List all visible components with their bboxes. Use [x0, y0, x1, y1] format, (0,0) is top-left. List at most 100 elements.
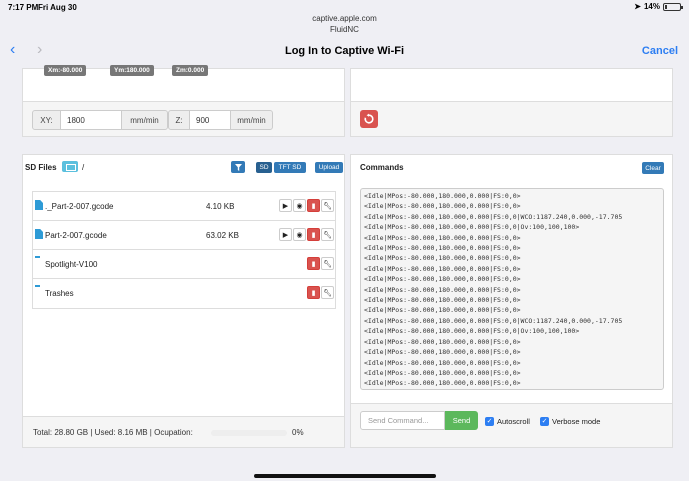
- verbose-mode-checkbox[interactable]: ✓ Verbose mode: [540, 417, 600, 426]
- wrench-icon: 🔧︎: [323, 289, 332, 297]
- current-path: /: [82, 163, 85, 172]
- console-line: <Idle|MPos:-80.000,180.000,0.000|FS:0,0>: [364, 296, 521, 305]
- upload-button[interactable]: Upload: [315, 162, 343, 173]
- clear-button[interactable]: Clear: [642, 162, 664, 174]
- autoscroll-checkbox[interactable]: ✓ Autoscroll: [485, 417, 530, 426]
- checkmark-icon: ✓: [540, 417, 549, 426]
- battery-percent: 14%: [643, 2, 660, 11]
- occupation-progress: [211, 430, 287, 436]
- command-input-bar: Send Command... Send ✓ Autoscroll ✓ Verb…: [351, 403, 672, 447]
- delete-button[interactable]: ▮: [307, 199, 320, 212]
- console-line: <Idle|MPos:-80.000,180.000,0.000|FS:0,0>: [364, 275, 521, 284]
- trash-icon: ▮: [311, 260, 316, 268]
- page-subtitle: FluidNC: [330, 25, 359, 34]
- filter-button[interactable]: [231, 161, 245, 173]
- file-size: 4.10 KB: [206, 202, 235, 211]
- sd-files-title: SD Files: [25, 163, 57, 172]
- sd-files-panel: SD Files / SD TFT SD Upload ._Part-2-007…: [22, 154, 345, 448]
- console-line: <Idle|MPos:-80.000,180.000,0.000|FS:0,0>: [364, 337, 521, 346]
- delete-button[interactable]: ▮: [307, 257, 320, 270]
- print-tft-button[interactable]: ◉: [293, 199, 306, 212]
- z-feedrate-input[interactable]: 900: [190, 110, 230, 130]
- xy-unit: mm/min: [121, 110, 168, 130]
- play-button[interactable]: ▶: [279, 228, 292, 241]
- verbose-mode-label: Verbose mode: [552, 417, 601, 426]
- xy-feedrate-group: XY: 1800 mm/min: [32, 110, 168, 130]
- trash-icon: ▮: [311, 202, 316, 210]
- console-line: <Idle|MPos:-80.000,180.000,0.000|FS:0,0>: [364, 202, 521, 211]
- xy-label: XY:: [32, 110, 61, 130]
- location-icon: ➤: [634, 2, 641, 11]
- file-icon: [35, 200, 43, 210]
- filter-icon: [234, 163, 242, 171]
- console-line: <Idle|MPos:-80.000,180.000,0.000|FS:0,0>: [364, 192, 521, 200]
- reset-button[interactable]: [360, 110, 378, 128]
- print-tft-button[interactable]: ◉: [293, 228, 306, 241]
- jog-panel: XY: 1800 mm/min Z: 900 mm/min: [22, 68, 345, 137]
- control-panel: [350, 68, 673, 137]
- console-line: <Idle|MPos:-80.000,180.000,0.000|FS:0,0>: [364, 254, 521, 263]
- xy-feedrate-input[interactable]: 1800: [61, 110, 121, 130]
- reset-icon: [364, 113, 374, 124]
- refresh-folder-button[interactable]: [62, 161, 78, 172]
- file-name[interactable]: ._Part-2-007.gcode: [45, 202, 114, 211]
- xm-position-badge: Xm:-80.000: [44, 65, 87, 76]
- sd-source-button[interactable]: SD: [256, 162, 272, 173]
- checkmark-icon: ✓: [485, 417, 494, 426]
- sd-footer: Total: 28.80 GB | Used: 8.16 MB | Ocupat…: [23, 416, 344, 447]
- status-time: 7:17 PM: [8, 3, 39, 12]
- console-line: <Idle|MPos:-80.000,180.000,0.000|FS:0,0|…: [364, 327, 580, 336]
- console-line: <Idle|MPos:-80.000,180.000,0.000|FS:0,0|…: [364, 223, 580, 232]
- list-item[interactable]: Spotlight-V100 ▮ 🔧︎: [33, 250, 335, 279]
- delete-button[interactable]: ▮: [307, 286, 320, 299]
- wrench-button[interactable]: 🔧︎: [321, 199, 334, 212]
- list-item[interactable]: Trashes ▮ 🔧︎: [33, 279, 335, 308]
- zm-position-badge: Zm:0.000: [172, 65, 209, 76]
- autoscroll-label: Autoscroll: [497, 417, 530, 426]
- folder-name[interactable]: Spotlight-V100: [45, 260, 97, 269]
- command-console[interactable]: <Idle|MPos:-80.000,180.000,0.000|FS:0,0>…: [360, 188, 664, 390]
- list-item[interactable]: Part-2-007.gcode 63.02 KB ▶ ◉ ▮ 🔧︎: [33, 221, 335, 250]
- home-indicator[interactable]: [254, 474, 436, 478]
- z-unit: mm/min: [230, 110, 273, 130]
- occupation-percent: 0%: [292, 428, 304, 437]
- list-item[interactable]: ._Part-2-007.gcode 4.10 KB ▶ ◉ ▮ 🔧︎: [33, 192, 335, 221]
- console-line: <Idle|MPos:-80.000,180.000,0.000|FS:0,0|…: [364, 316, 623, 325]
- delete-button[interactable]: ▮: [307, 228, 320, 241]
- z-feedrate-group: Z: 900 mm/min: [168, 110, 273, 130]
- file-size: 63.02 KB: [206, 231, 239, 240]
- tft-sd-button[interactable]: TFT SD: [274, 162, 306, 173]
- console-line: <Idle|MPos:-80.000,180.000,0.000|FS:0,0>: [364, 244, 521, 253]
- folder-actions: ▮ 🔧︎: [307, 286, 334, 299]
- console-line: <Idle|MPos:-80.000,180.000,0.000|FS:0,0>: [364, 233, 521, 242]
- page-title: Log In to Captive Wi-Fi: [284, 45, 405, 57]
- trash-icon: ▮: [311, 289, 316, 297]
- send-button[interactable]: Send: [445, 411, 478, 430]
- ym-position-badge: Ym:180.000: [110, 65, 154, 76]
- battery-icon: [663, 2, 683, 11]
- navigation-bar: captive.apple.com FluidNC ‹ › Log In to …: [0, 12, 689, 68]
- console-line: <Idle|MPos:-80.000,180.000,0.000|FS:0,0|…: [364, 212, 623, 221]
- file-name[interactable]: Part-2-007.gcode: [45, 231, 107, 240]
- file-actions: ▶ ◉ ▮ 🔧︎: [279, 228, 334, 241]
- wrench-icon: 🔧︎: [323, 260, 332, 268]
- play-button[interactable]: ▶: [279, 199, 292, 212]
- console-line: <Idle|MPos:-80.000,180.000,0.000|FS:0,0>: [364, 306, 521, 315]
- folder-name[interactable]: Trashes: [45, 289, 74, 298]
- commands-panel: Commands Clear <Idle|MPos:-80.000,180.00…: [350, 154, 673, 448]
- file-actions: ▶ ◉ ▮ 🔧︎: [279, 199, 334, 212]
- file-icon: [35, 229, 43, 239]
- wrench-button[interactable]: 🔧︎: [321, 257, 334, 270]
- wrench-icon: 🔧︎: [323, 202, 332, 210]
- status-date: Fri Aug 30: [38, 3, 77, 12]
- console-line: <Idle|MPos:-80.000,180.000,0.000|FS:0,0>: [364, 358, 521, 367]
- feedrate-bar: XY: 1800 mm/min Z: 900 mm/min: [23, 101, 344, 136]
- control-footer: [351, 101, 672, 136]
- console-line: <Idle|MPos:-80.000,180.000,0.000|FS:0,0>: [364, 379, 521, 388]
- wrench-icon: 🔧︎: [323, 231, 332, 239]
- wrench-button[interactable]: 🔧︎: [321, 228, 334, 241]
- folder-actions: ▮ 🔧︎: [307, 257, 334, 270]
- wrench-button[interactable]: 🔧︎: [321, 286, 334, 299]
- cancel-button[interactable]: Cancel: [642, 45, 678, 57]
- send-command-input[interactable]: Send Command...: [360, 411, 445, 430]
